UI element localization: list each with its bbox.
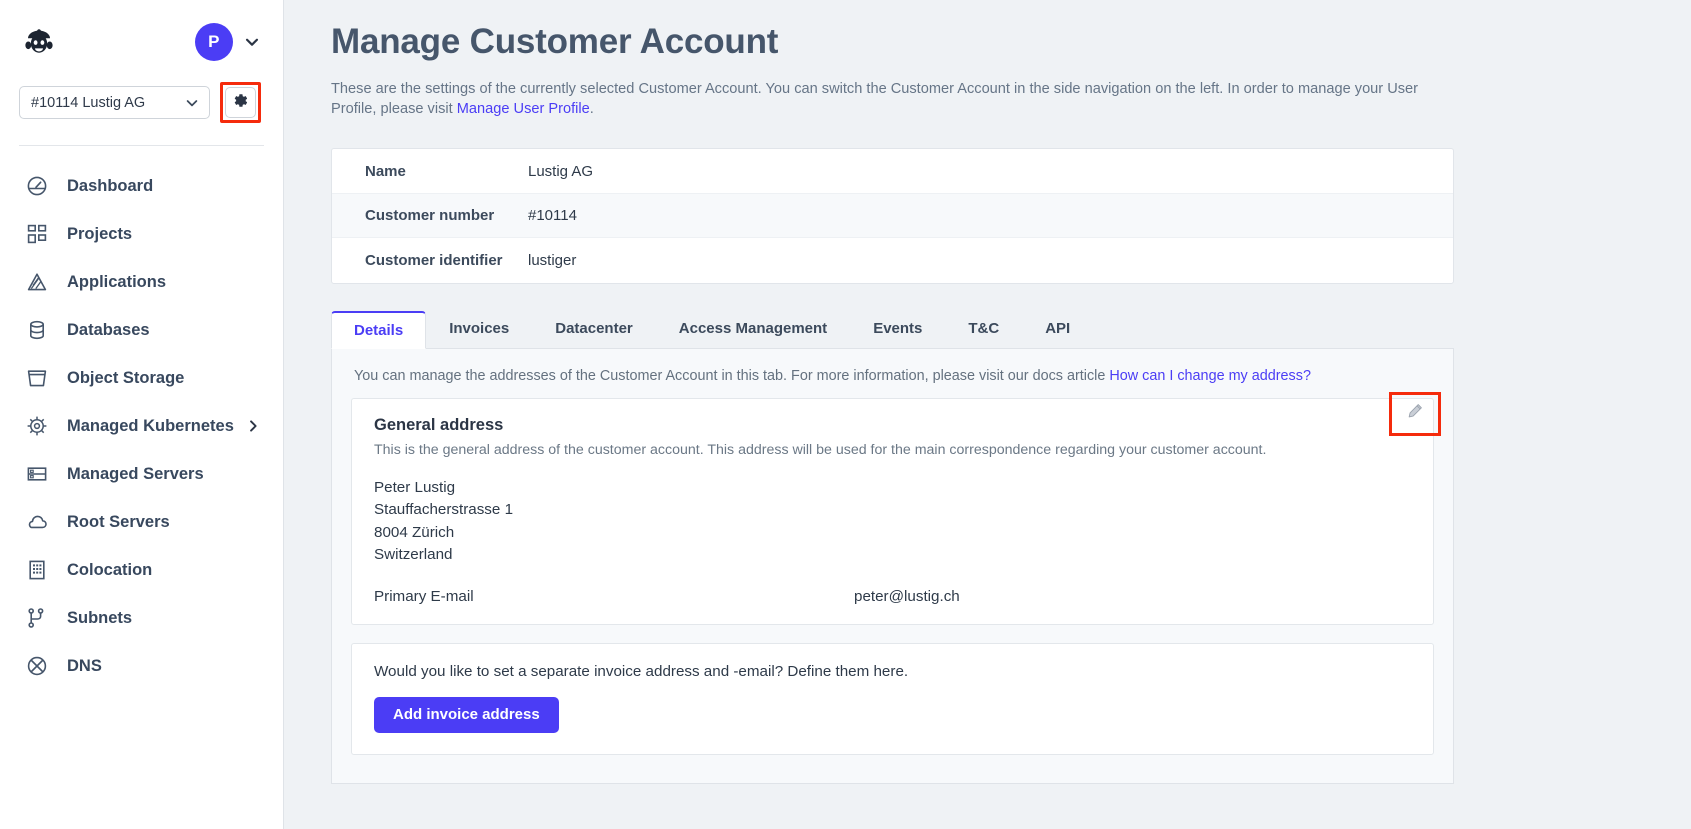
sidebar-item-dns[interactable]: DNS: [0, 642, 283, 690]
address-line: 8004 Zürich: [374, 523, 455, 541]
account-settings-highlight: [220, 82, 261, 123]
sidebar-item-colocation[interactable]: Colocation: [0, 546, 283, 594]
sidebar: P #10114 Lustig AG Dashboard Projects Ap…: [0, 0, 284, 829]
sidebar-item-label: Databases: [67, 320, 150, 339]
avatar[interactable]: P: [195, 23, 233, 61]
table-row: Customer number #10114: [332, 193, 1453, 239]
manage-user-profile-link[interactable]: Manage User Profile: [457, 101, 590, 117]
main-content: Manage Customer Account These are the se…: [284, 0, 1691, 829]
tab-api[interactable]: API: [1022, 310, 1093, 348]
account-select[interactable]: #10114 Lustig AG: [19, 86, 210, 119]
app-logo-face-icon[interactable]: [22, 25, 56, 59]
page-description: These are the settings of the currently …: [331, 79, 1459, 119]
tab-access-management[interactable]: Access Management: [656, 310, 850, 348]
server-icon: [25, 462, 49, 486]
sidebar-item-label: Managed Kubernetes: [67, 416, 234, 435]
invoice-address-card: Would you like to set a separate invoice…: [351, 642, 1434, 755]
address-line: Switzerland: [374, 546, 453, 564]
network-icon: [25, 606, 49, 630]
sidebar-nav: Dashboard Projects Applications Database…: [0, 146, 283, 690]
sidebar-item-label: DNS: [67, 656, 102, 675]
sidebar-item-label: Object Storage: [67, 368, 185, 387]
info-key: Customer number: [365, 207, 495, 224]
sidebar-item-root-servers[interactable]: Root Servers: [0, 498, 283, 546]
add-invoice-address-button[interactable]: Add invoice address: [374, 696, 559, 733]
info-value: #10114: [528, 207, 577, 224]
info-key: Customer identifier: [365, 252, 503, 269]
tab-tc[interactable]: T&C: [945, 310, 1022, 348]
page-title: Manage Customer Account: [331, 22, 779, 61]
sidebar-header: P: [0, 0, 283, 76]
sidebar-item-object-storage[interactable]: Object Storage: [0, 354, 283, 402]
docs-article-link[interactable]: How can I change my address?: [1109, 368, 1311, 384]
customer-info-card: Name Lustig AG Customer number #10114 Cu…: [331, 148, 1454, 284]
sidebar-item-label: Managed Servers: [67, 464, 204, 483]
info-value: lustiger: [528, 252, 577, 269]
account-settings-button[interactable]: [225, 87, 256, 118]
sidebar-item-dashboard[interactable]: Dashboard: [0, 162, 283, 210]
tab-list: Details Invoices Datacenter Access Manag…: [331, 310, 1454, 349]
bucket-icon: [25, 366, 49, 390]
sidebar-item-label: Root Servers: [67, 512, 170, 531]
sidebar-item-applications[interactable]: Applications: [0, 258, 283, 306]
panel-description-text: You can manage the addresses of the Cust…: [354, 367, 1110, 384]
tabs-section: Details Invoices Datacenter Access Manag…: [331, 310, 1454, 784]
tab-datacenter[interactable]: Datacenter: [532, 310, 656, 348]
account-switcher-row: #10114 Lustig AG: [0, 76, 283, 123]
info-value: Lustig AG: [528, 162, 594, 180]
sidebar-item-label: Applications: [67, 272, 167, 291]
sidebar-item-managed-kubernetes[interactable]: Managed Kubernetes: [0, 402, 283, 450]
primary-email-row: Primary E-mail peter@lustig.ch: [374, 588, 1411, 605]
tab-panel-details: You can manage the addresses of the Cust…: [331, 348, 1454, 784]
address-line: Stauffacherstrasse 1: [374, 501, 514, 519]
chevron-right-icon[interactable]: [246, 419, 260, 433]
sidebar-item-label: Projects: [67, 224, 133, 243]
cloud-icon: [25, 510, 49, 534]
gear-icon: [232, 92, 249, 114]
app-root: P #10114 Lustig AG Dashboard Projects Ap…: [0, 0, 1691, 829]
sidebar-item-label: Dashboard: [67, 176, 154, 195]
sidebar-item-databases[interactable]: Databases: [0, 306, 283, 354]
pencil-icon: [1406, 402, 1424, 425]
page-description-text-after: .: [589, 101, 594, 118]
gauge-icon: [25, 174, 49, 198]
sidebar-item-label: Subnets: [67, 608, 133, 627]
chevron-down-icon[interactable]: [243, 33, 261, 51]
tab-events[interactable]: Events: [850, 310, 945, 348]
edit-address-button[interactable]: [1401, 400, 1429, 428]
general-address-subtitle: This is the general address of the custo…: [374, 441, 1267, 458]
globe-slash-icon: [25, 654, 49, 678]
invoice-address-text: Would you like to set a separate invoice…: [374, 662, 909, 680]
info-key: Name: [365, 162, 406, 180]
edit-address-highlight: [1389, 391, 1441, 436]
tab-invoices[interactable]: Invoices: [426, 310, 532, 348]
sidebar-item-subnets[interactable]: Subnets: [0, 594, 283, 642]
database-icon: [25, 318, 49, 342]
table-row: Customer identifier lustiger: [332, 238, 1453, 283]
primary-email-value: peter@lustig.ch: [854, 587, 960, 605]
general-address-card: General address This is the general addr…: [351, 391, 1441, 625]
sidebar-item-projects[interactable]: Projects: [0, 210, 283, 258]
panel-description: You can manage the addresses of the Cust…: [354, 368, 1434, 384]
address-line: Peter Lustig: [374, 478, 456, 496]
helm-wheel-icon: [25, 414, 49, 438]
account-select-value: #10114 Lustig AG: [31, 94, 146, 111]
general-address-title: General address: [374, 415, 504, 434]
sidebar-item-label: Colocation: [67, 560, 153, 579]
chevron-down-icon: [184, 95, 200, 111]
sidebar-item-managed-servers[interactable]: Managed Servers: [0, 450, 283, 498]
tab-details[interactable]: Details: [331, 310, 427, 349]
triangle-icon: [25, 270, 49, 294]
grid-icon: [25, 222, 49, 246]
primary-email-label: Primary E-mail: [374, 587, 474, 605]
user-menu[interactable]: P: [195, 23, 261, 61]
table-row: Name Lustig AG: [332, 149, 1453, 194]
general-address-lines: Peter Lustig Stauffacherstrasse 1 8004 Z…: [374, 477, 1411, 567]
building-icon: [25, 558, 49, 582]
